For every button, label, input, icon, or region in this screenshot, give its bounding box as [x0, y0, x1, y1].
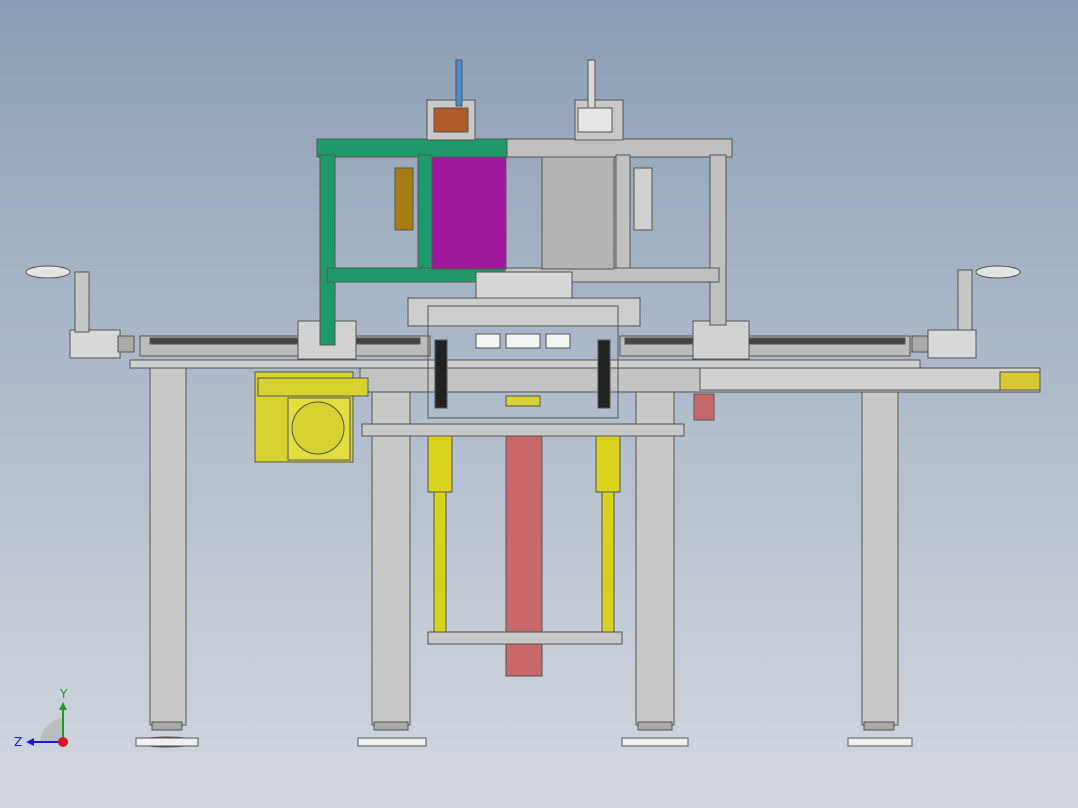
y-axis-label: Y: [59, 687, 68, 701]
axis-triad: Y Z: [14, 687, 68, 749]
cad-viewport[interactable]: Y Z: [0, 0, 1078, 808]
z-axis-label: Z: [14, 735, 22, 749]
y-arrowhead: [59, 702, 67, 710]
z-arrowhead: [26, 738, 34, 746]
x-axis-dot: [58, 737, 68, 747]
